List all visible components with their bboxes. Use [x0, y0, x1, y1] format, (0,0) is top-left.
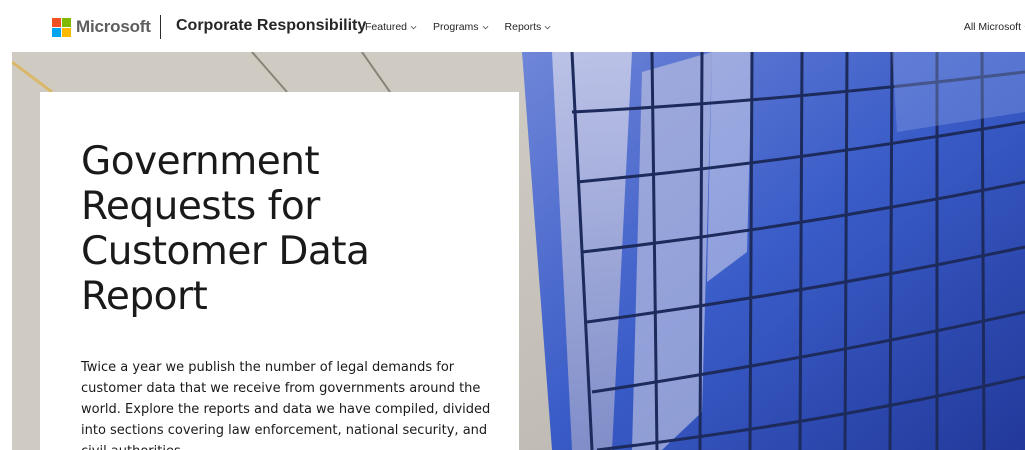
nav-programs[interactable]: Programs	[433, 21, 489, 33]
all-microsoft-label: All Microsoft	[963, 21, 1021, 33]
nav-reports-label: Reports	[504, 21, 542, 33]
hero-card: Government Requests for Customer Data Re…	[40, 92, 519, 450]
all-microsoft-menu[interactable]: All Microsoft	[964, 21, 1025, 33]
site-brand-link[interactable]: Corporate Responsibility	[176, 17, 366, 35]
microsoft-logo[interactable]: Microsoft	[52, 17, 151, 37]
nav-featured[interactable]: Featured	[365, 21, 417, 33]
chevron-down-icon	[410, 25, 417, 29]
chevron-down-icon	[544, 25, 551, 29]
microsoft-logo-icon	[52, 17, 71, 37]
page-title: Government Requests for Customer Data Re…	[81, 139, 370, 319]
hero-description: Twice a year we publish the number of le…	[81, 360, 491, 450]
chevron-down-icon	[482, 25, 488, 29]
nav-programs-label: Programs	[433, 21, 479, 33]
nav-reports[interactable]: Reports	[505, 21, 552, 33]
top-navigation: Microsoft Corporate Responsibility Featu…	[0, 0, 1025, 52]
header-divider	[160, 15, 161, 39]
logo-text: Microsoft	[76, 17, 151, 36]
main-nav: Featured Programs Reports	[365, 21, 567, 33]
nav-featured-label: Featured	[365, 21, 408, 33]
